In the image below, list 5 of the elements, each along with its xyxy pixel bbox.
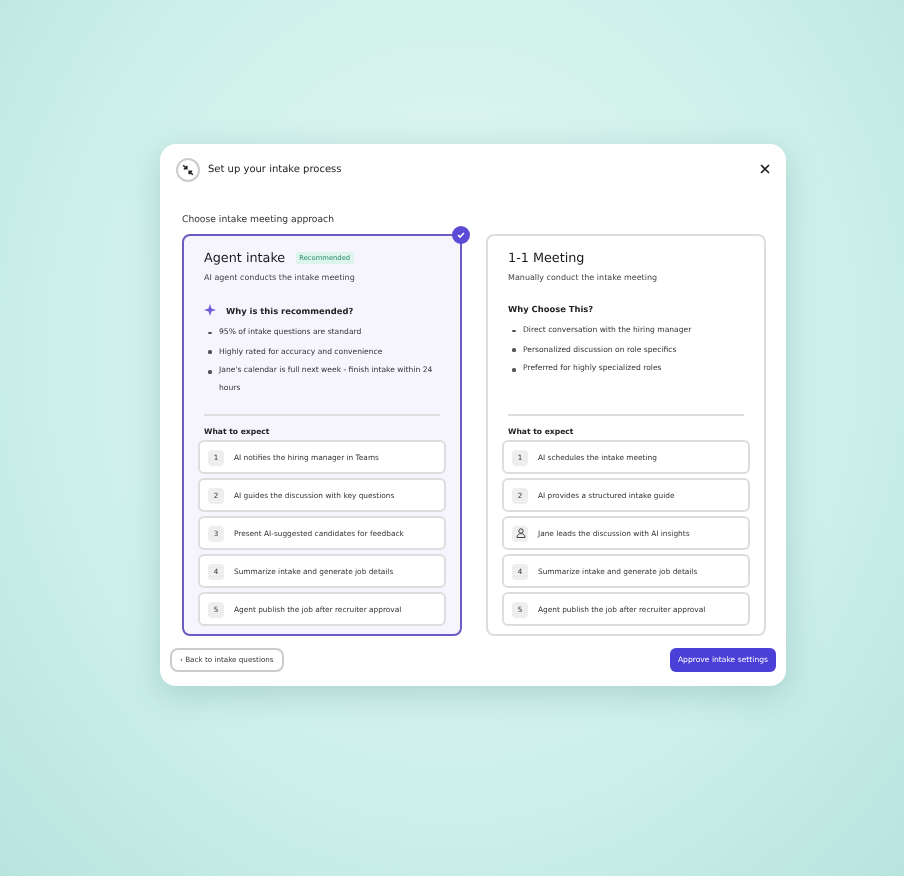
- collapse-button[interactable]: [176, 157, 200, 182]
- person-icon: [512, 525, 528, 542]
- close-icon[interactable]: [760, 164, 770, 175]
- check-icon: [452, 226, 470, 245]
- arrows-icon: [182, 163, 194, 176]
